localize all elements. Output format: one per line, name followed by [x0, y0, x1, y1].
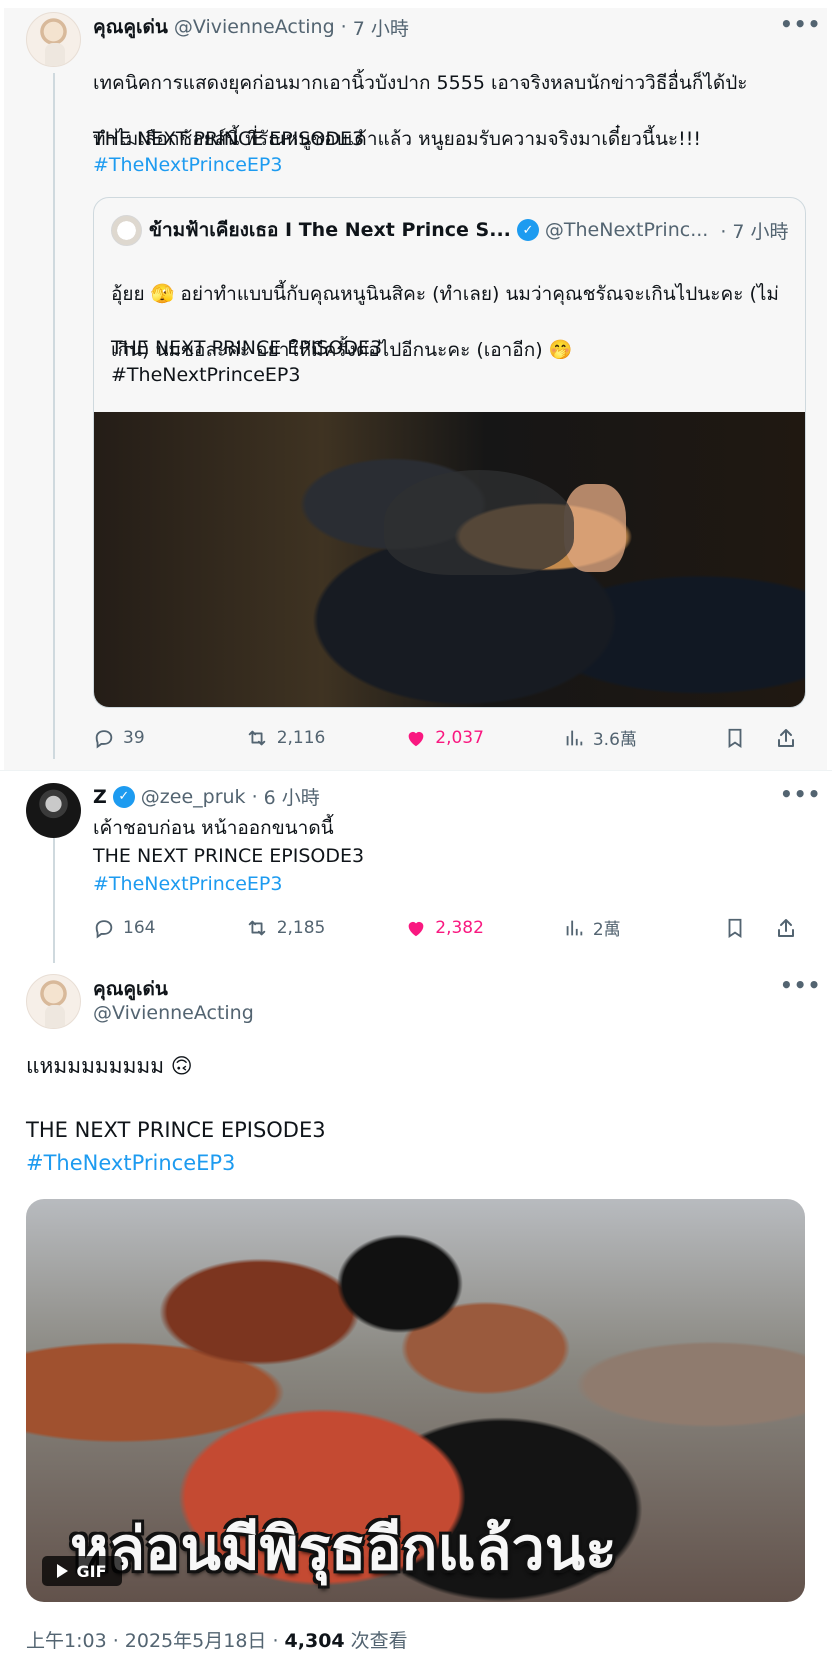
hashtag-link[interactable]: #TheNextPrinceEP3 [93, 151, 282, 179]
like-count: 2,037 [435, 727, 484, 748]
views-button[interactable]: 3.6萬 [563, 725, 721, 750]
reply-count: 164 [123, 917, 156, 938]
tweet-episode: THE NEXT PRINCE EPISODE3 [93, 845, 365, 867]
avatar-zee-pruk[interactable] [26, 783, 81, 838]
share-icon[interactable] [774, 916, 798, 940]
play-icon [57, 1564, 69, 1578]
repost-button[interactable]: 2,116 [245, 727, 406, 749]
tweet-episode: THE NEXT PRINCE EPISODE3 [93, 128, 365, 150]
separator: · [251, 785, 258, 808]
main-tweet-text: แหมมมมมมมม 🙃 [26, 1054, 193, 1078]
like-button[interactable]: 2,037 [405, 727, 563, 749]
views-icon [563, 917, 585, 939]
views-count: 2萬 [592, 920, 621, 940]
avatar-vivienne-acting[interactable] [26, 12, 81, 67]
gif-label: GIF [76, 1561, 107, 1581]
tweet1-actions: 39 2,116 2,037 3.6萬 [93, 725, 806, 750]
views-button[interactable]: 2萬 [563, 915, 721, 940]
bookmark-icon[interactable] [720, 917, 750, 939]
gif-badge[interactable]: GIF [42, 1556, 122, 1586]
tweet-divider [0, 770, 832, 771]
author-handle[interactable]: @VivienneActing [93, 1002, 254, 1024]
main-author-name-row: คุณคูเด่น [93, 974, 168, 1004]
repost-icon [245, 917, 269, 939]
repost-icon [245, 727, 269, 749]
tweet-time[interactable]: 7 小時 [353, 14, 409, 41]
avatar-vivienne-acting[interactable] [26, 974, 81, 1029]
separator: · [340, 16, 347, 38]
quoted-avatar[interactable] [111, 215, 142, 246]
gif-caption: หล่อนมีพิรุธอีกแล้วนะ [70, 1514, 617, 1583]
quoted-episode: THE NEXT PRINCE EPISODE3 [111, 337, 383, 359]
more-icon[interactable]: ••• [780, 14, 820, 39]
reply-count: 39 [123, 727, 145, 748]
reply-button[interactable]: 39 [93, 727, 245, 749]
views-icon [563, 727, 585, 749]
quoted-text-line: อุ้ยย 🫣 อย่าทำแบบนี้กับคุณหนูนินสิคะ (ทำ… [111, 283, 779, 305]
main-tweet-episode: THE NEXT PRINCE EPISODE3 [26, 1118, 326, 1142]
verified-icon: ✓ [112, 785, 135, 808]
quoted-author-name[interactable]: ข้ามฟ้าเคียงเธอ I The Next Prince S... [149, 215, 511, 245]
tweet2-text: เค้าชอบก่อน หน้าออกขนาดนี้ [93, 817, 334, 839]
hashtag-link[interactable]: #TheNextPrinceEP3 [93, 870, 282, 898]
share-icon[interactable] [774, 726, 798, 750]
like-icon [405, 727, 427, 749]
reply-icon [93, 917, 115, 939]
like-button[interactable]: 2,382 [405, 917, 563, 939]
thread-line-top [53, 73, 55, 759]
view-label: 次查看 [344, 1630, 408, 1652]
verified-icon: ✓ [516, 219, 539, 241]
reply-button[interactable]: 164 [93, 917, 245, 939]
views-count: 3.6萬 [592, 730, 637, 750]
author-name[interactable]: คุณคูเด่น [93, 12, 168, 42]
tweet-time-date[interactable]: 上午1:03 · 2025年5月18日 · [26, 1630, 285, 1652]
quoted-tweet-card[interactable]: ข้ามฟ้าเคียงเธอ I The Next Prince S... ✓… [93, 197, 806, 708]
quoted-hashtag[interactable]: #TheNextPrinceEP3 [111, 361, 300, 389]
author-name[interactable]: Z [93, 786, 107, 808]
quoted-tweet-time[interactable]: · 7 小時 [720, 217, 788, 244]
tweet-time[interactable]: 6 小時 [264, 783, 320, 810]
quoted-author-handle[interactable]: @TheNextPrinc... [545, 219, 708, 241]
gif-media[interactable]: หล่อนมีพิรุธอีกแล้วนะ GIF [26, 1199, 805, 1602]
reply-icon [93, 727, 115, 749]
tweet2-header: Z ✓ @zee_pruk · 6 小時 [93, 783, 320, 810]
tweet-thread-page: คุณคูเด่น @VivienneActing · 7 小時 ••• เทค… [0, 0, 832, 1677]
author-name[interactable]: คุณคูเด่น [93, 974, 168, 1004]
quoted-photo[interactable] [94, 412, 805, 707]
repost-button[interactable]: 2,185 [245, 917, 406, 939]
author-handle[interactable]: @zee_pruk [141, 786, 246, 808]
repost-count: 2,185 [276, 917, 326, 938]
tweet-text-line: เทคนิคการแสดงยุคก่อนมากเอานิ้วบังปาก 555… [93, 72, 748, 94]
repost-count: 2,116 [276, 727, 326, 748]
more-icon[interactable]: ••• [780, 975, 820, 1000]
author-handle[interactable]: @VivienneActing [174, 16, 335, 38]
more-icon[interactable]: ••• [780, 784, 820, 809]
quoted-tweet-header: ข้ามฟ้าเคียงเธอ I The Next Prince S... ✓… [149, 215, 789, 245]
like-icon [405, 917, 427, 939]
like-count: 2,382 [435, 917, 484, 938]
main-hashtag-link[interactable]: #TheNextPrinceEP3 [26, 1147, 235, 1179]
main-author-handle-row: @VivienneActing [93, 1002, 254, 1024]
bookmark-icon[interactable] [720, 727, 750, 749]
tweet-metadata: 上午1:03 · 2025年5月18日 · 4,304 次查看 [26, 1626, 408, 1653]
view-count: 4,304 [284, 1630, 345, 1652]
tweet1-header: คุณคูเด่น @VivienneActing · 7 小時 [93, 12, 409, 42]
tweet2-actions: 164 2,185 2,382 2萬 [93, 915, 806, 940]
